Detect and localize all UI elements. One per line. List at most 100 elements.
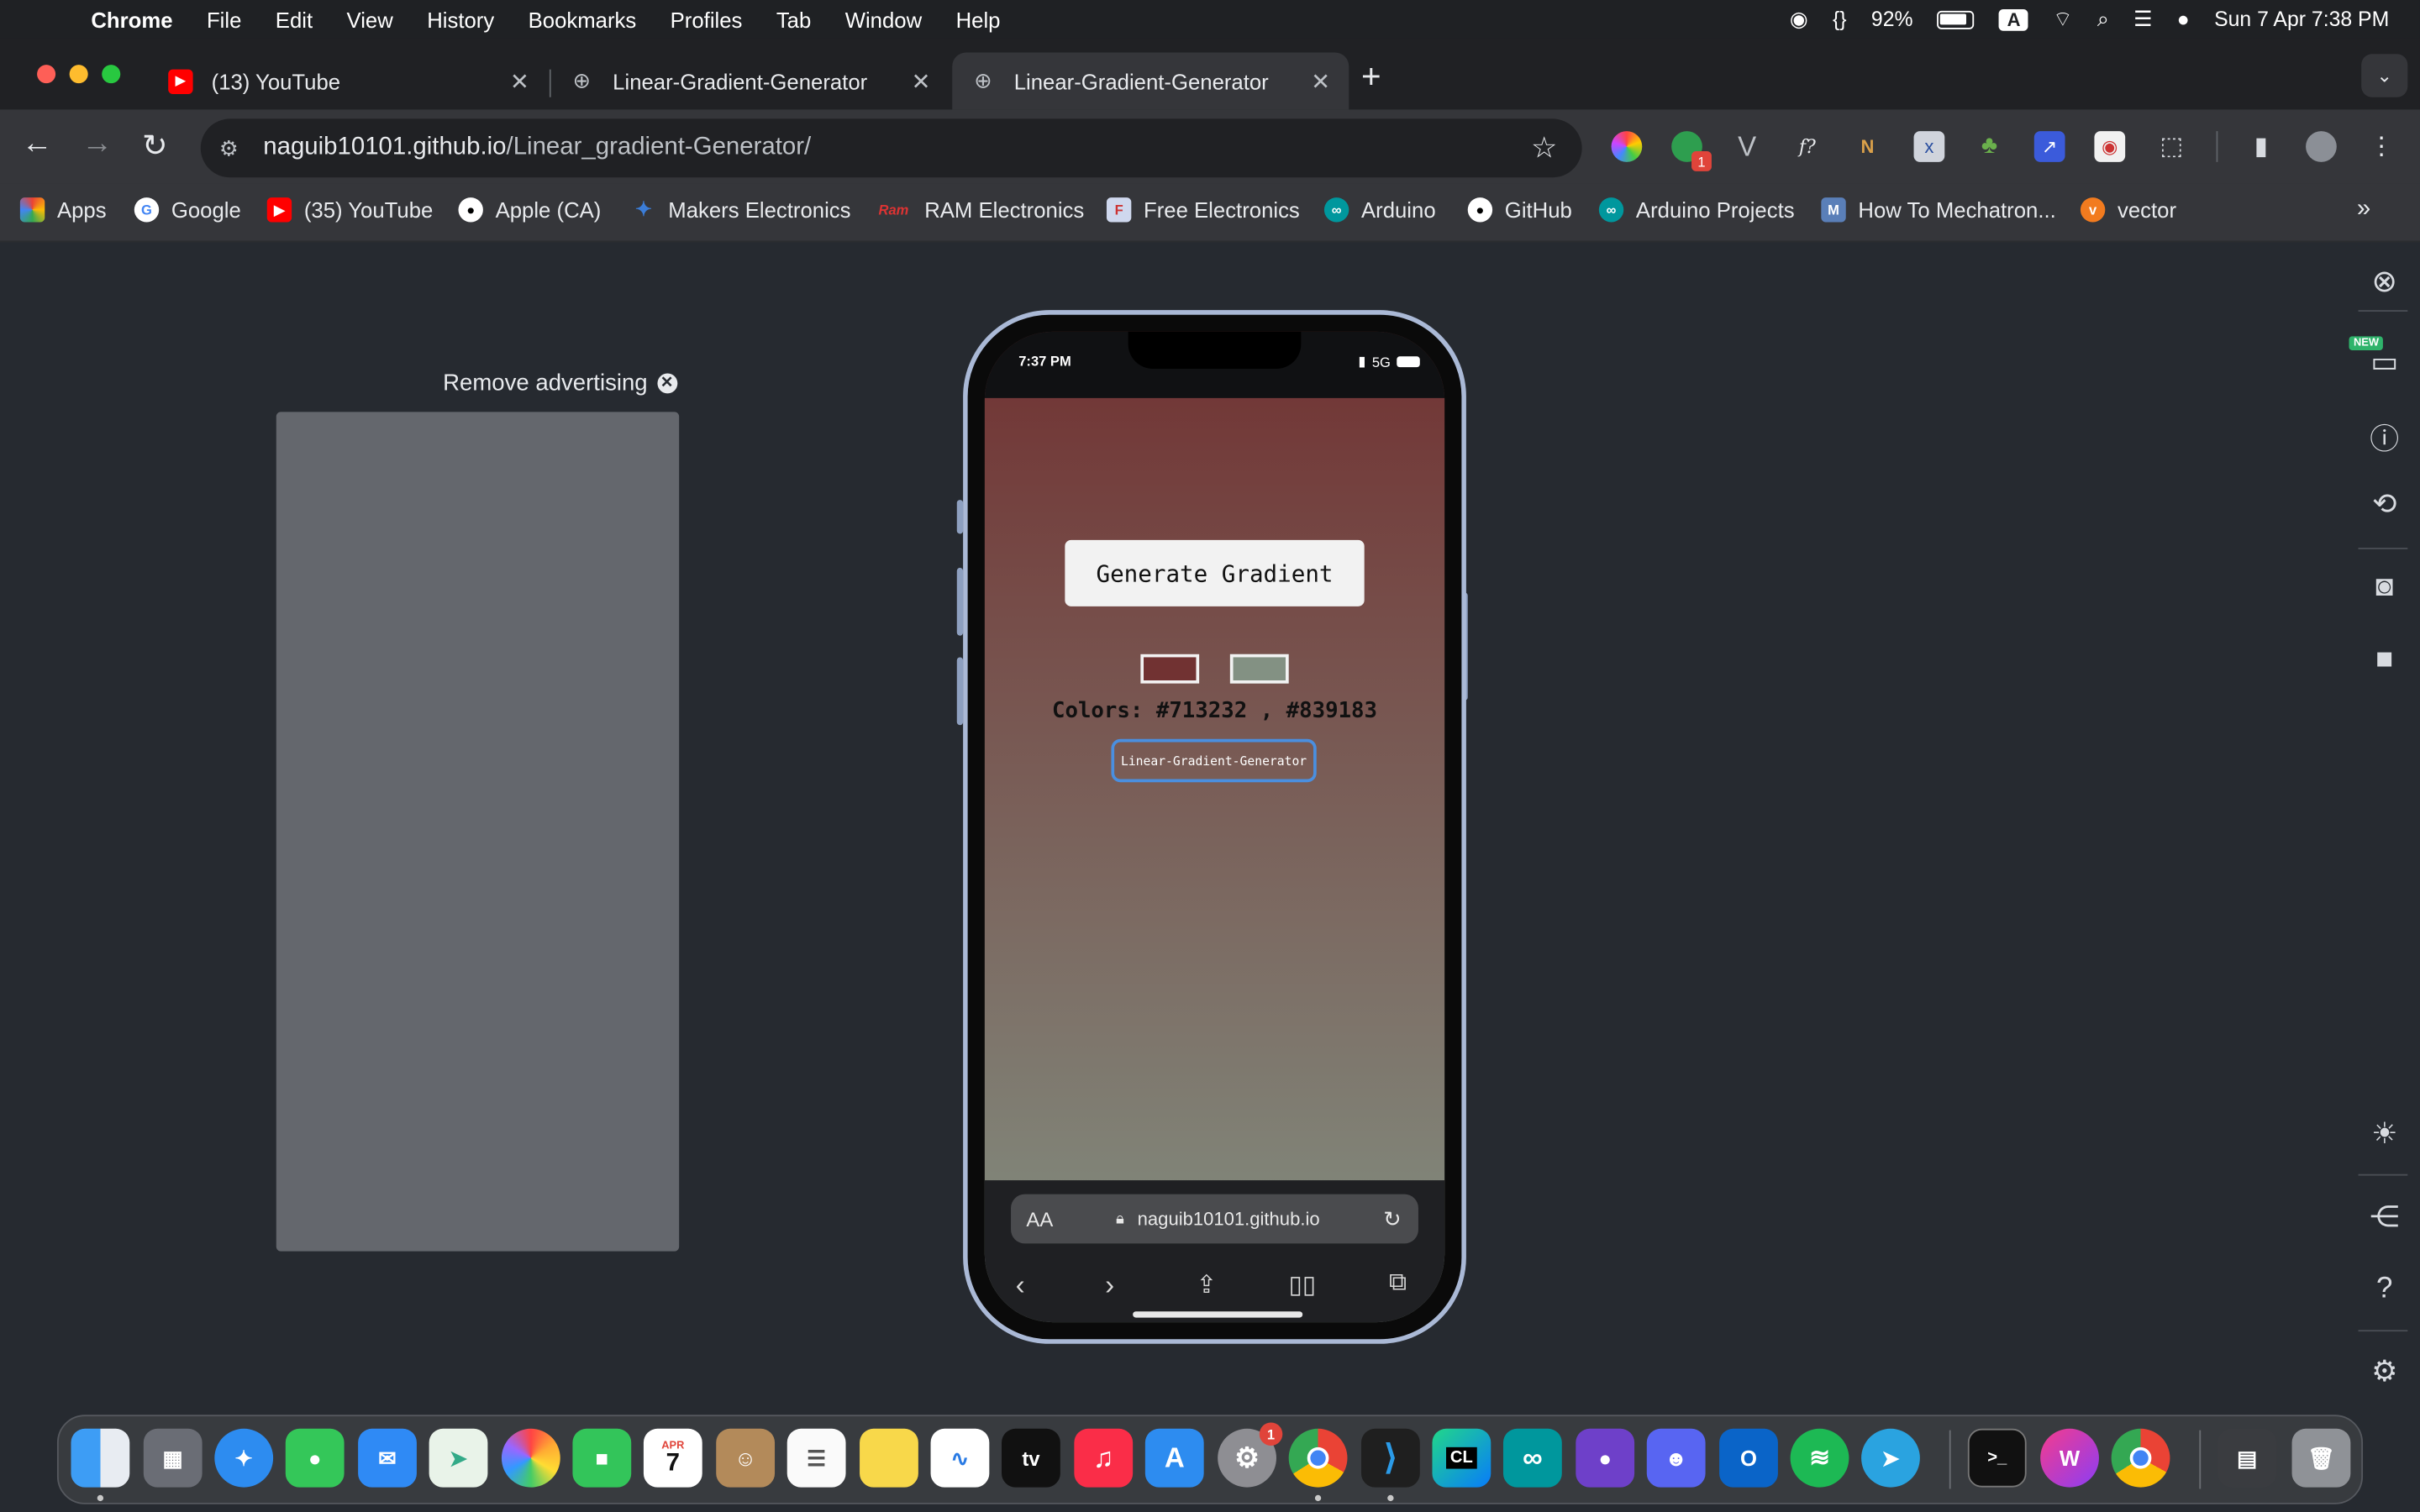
forward-button[interactable]: → xyxy=(82,127,113,162)
terminal-icon[interactable]: >_ xyxy=(1967,1428,2027,1488)
tabs-icon[interactable]: ⧉ xyxy=(1389,1270,1407,1298)
trash-icon[interactable]: 🗑︎ xyxy=(2291,1428,2351,1488)
bookmark-free-electronics[interactable]: F Free Electronics xyxy=(1106,197,1300,223)
facetime-icon[interactable]: ■ xyxy=(572,1428,632,1488)
input-source-icon[interactable]: A xyxy=(1999,8,2028,30)
menubar-clock[interactable]: Sun 7 Apr 7:38 PM xyxy=(2214,8,2389,31)
wondershare-icon[interactable]: W xyxy=(2040,1428,2099,1488)
close-window-button[interactable] xyxy=(37,65,56,84)
maps-icon[interactable]: ➤ xyxy=(429,1428,488,1488)
spotify-icon[interactable]: ≋ xyxy=(1790,1428,1849,1488)
bookmark-arduino-projects[interactable]: ∞ Arduino Projects xyxy=(1598,197,1795,223)
grammar-extension-icon[interactable]: 1 xyxy=(1671,131,1712,171)
bookmark-google[interactable]: G Google xyxy=(134,197,241,223)
braces-icon[interactable]: {} xyxy=(1833,8,1847,31)
minimize-window-button[interactable] xyxy=(69,65,88,84)
chrome-app-icon[interactable] xyxy=(2111,1428,2170,1488)
bookmark-how-to-mechatronics[interactable]: M How To Mechatron... xyxy=(1821,197,2056,223)
bookmark-apple[interactable]: ● Apple (CA) xyxy=(458,197,601,223)
spotlight-search-icon[interactable]: ⌕ xyxy=(2097,7,2109,31)
xpath-extension-icon[interactable]: x xyxy=(1913,131,1945,162)
calendar-icon[interactable]: APR 7 xyxy=(643,1428,702,1488)
bookmark-star-icon[interactable]: ☆ xyxy=(1531,130,1557,165)
menu-help[interactable]: Help xyxy=(956,7,1001,31)
bookmark-vector[interactable]: v vector xyxy=(2080,197,2176,223)
brightness-icon[interactable]: ☀ xyxy=(2366,1117,2403,1152)
notes-icon[interactable] xyxy=(860,1428,918,1488)
apple-tv-icon[interactable]: tv xyxy=(1002,1428,1060,1488)
photos-icon[interactable] xyxy=(501,1428,560,1488)
tab-search-button[interactable]: ⌄ xyxy=(2361,54,2408,97)
vue-devtools-icon[interactable]: V xyxy=(1732,130,1763,162)
whatfont-icon[interactable]: f? xyxy=(1791,131,1823,162)
clion-icon[interactable]: CL xyxy=(1432,1428,1491,1488)
bookmark-youtube[interactable]: ▶ (35) YouTube xyxy=(266,197,433,223)
menu-file[interactable]: File xyxy=(207,7,241,31)
wifi-icon[interactable]: ⌔ xyxy=(2053,6,2072,32)
freeform-icon[interactable]: ∿ xyxy=(930,1428,990,1488)
close-tab-icon[interactable]: ✕ xyxy=(1311,67,1330,95)
generate-gradient-button[interactable]: Generate Gradient xyxy=(1065,539,1365,606)
vscode-icon[interactable]: ⟩ xyxy=(1360,1428,1420,1488)
camera-icon[interactable]: ◙ xyxy=(2366,571,2403,605)
safari-back-icon[interactable]: ‹ xyxy=(1016,1270,1025,1303)
tab-gradient-1[interactable]: ⊕ Linear-Gradient-Generator ✕ xyxy=(551,52,950,109)
menu-window[interactable]: Window xyxy=(845,7,922,31)
arrow-extension-icon[interactable]: ↗ xyxy=(2033,131,2065,162)
menu-app-name[interactable]: Chrome xyxy=(91,7,172,31)
share-nodes-icon[interactable]: ⋲ xyxy=(2366,1200,2403,1236)
finder-icon[interactable] xyxy=(71,1428,130,1488)
close-tab-icon[interactable]: ✕ xyxy=(510,67,529,95)
discord-icon[interactable]: ☻ xyxy=(1646,1428,1706,1488)
back-button[interactable]: ← xyxy=(22,127,53,162)
system-settings-icon[interactable]: ⚙ 1 xyxy=(1218,1422,1283,1488)
mail-icon[interactable]: ✉ xyxy=(358,1428,417,1488)
zoom-window-button[interactable] xyxy=(102,65,121,84)
info-icon[interactable]: ⓘ xyxy=(2366,417,2403,459)
close-circle-icon[interactable]: ✕ xyxy=(656,373,677,394)
close-tab-icon[interactable]: ✕ xyxy=(911,67,930,95)
color-picker-extension-icon[interactable] xyxy=(1611,131,1643,162)
shazam-icon[interactable]: ◉ xyxy=(1790,7,1808,31)
bookmark-github[interactable]: ● GitHub xyxy=(1467,197,1572,223)
telegram-icon[interactable]: ➤ xyxy=(1861,1428,1920,1488)
contacts-icon[interactable]: ☺ xyxy=(716,1428,776,1488)
reminders-icon[interactable]: ☰ xyxy=(786,1428,846,1488)
launchpad-icon[interactable]: ▦ xyxy=(143,1428,203,1488)
reader-aa-button[interactable]: AA xyxy=(1026,1207,1053,1231)
arduino-ide-icon[interactable]: ∞ xyxy=(1502,1428,1562,1488)
notion-clipper-icon[interactable]: N xyxy=(1852,131,1883,162)
menu-edit[interactable]: Edit xyxy=(276,7,313,31)
menu-tab[interactable]: Tab xyxy=(776,7,811,31)
music-icon[interactable]: ♫ xyxy=(1074,1428,1134,1488)
share-icon[interactable]: ⇪ xyxy=(1196,1270,1217,1301)
site-info-icon[interactable]: ⚙ xyxy=(219,135,239,161)
bookmark-arduino[interactable]: ∞ Arduino xyxy=(1323,197,1436,223)
help-icon[interactable]: ? xyxy=(2366,1273,2403,1306)
repo-link-button[interactable]: Linear-Gradient-Generator xyxy=(1111,738,1317,783)
reload-button[interactable]: ↻ xyxy=(142,127,168,165)
safari-icon[interactable]: ✦ xyxy=(214,1428,274,1488)
outlook-icon[interactable]: O xyxy=(1719,1428,1778,1488)
close-panel-icon[interactable]: ⊗ xyxy=(2366,262,2403,301)
menu-view[interactable]: View xyxy=(347,7,393,31)
remove-advertising-link[interactable]: Remove advertising ✕ xyxy=(443,370,677,396)
safari-address-bar[interactable]: AA 🔒︎ naguib10101.github.io ↻ xyxy=(1011,1194,1418,1244)
profile-avatar[interactable] xyxy=(2306,131,2337,162)
kebab-menu-icon[interactable]: ⋮ xyxy=(2366,131,2397,162)
menu-profiles[interactable]: Profiles xyxy=(671,7,743,31)
tab-gradient-active[interactable]: ⊕ Linear-Gradient-Generator ✕ xyxy=(952,52,1349,110)
devices-icon[interactable]: ▭ xyxy=(2366,345,2403,381)
bookmark-ram-electronics[interactable]: Ram RAM Electronics xyxy=(875,197,1085,222)
settings-gear-icon[interactable]: ⚙ xyxy=(2366,1355,2403,1390)
new-tab-button[interactable]: + xyxy=(1361,57,1381,97)
control-center-icon[interactable]: ☰ xyxy=(2133,7,2152,31)
menu-history[interactable]: History xyxy=(427,7,494,31)
side-panel-icon[interactable]: ▮ xyxy=(2245,131,2276,162)
bookmark-apps[interactable]: Apps xyxy=(19,197,107,223)
bookmark-makers-electronics[interactable]: ✦ Makers Electronics xyxy=(631,197,851,222)
video-camera-icon[interactable]: ■ xyxy=(2366,643,2403,677)
safari-forward-icon[interactable]: › xyxy=(1105,1270,1114,1303)
messages-icon[interactable]: ● xyxy=(285,1428,345,1488)
tree-extension-icon[interactable]: ♣ xyxy=(1974,131,2005,162)
